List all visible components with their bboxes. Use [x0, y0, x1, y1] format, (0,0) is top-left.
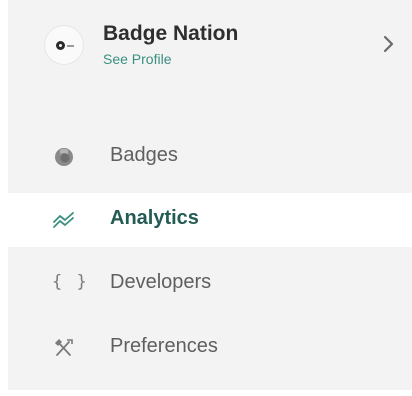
- sidebar: Badge Nation See Profile Badges Analytic…: [8, 0, 412, 390]
- chevron-right-icon[interactable]: [380, 33, 398, 55]
- nav-item-preferences[interactable]: Preferences: [8, 321, 412, 375]
- code-braces-icon: { }: [52, 272, 89, 292]
- analytics-trend-icon: [53, 212, 74, 228]
- badge-icon: [55, 148, 73, 166]
- profile-header[interactable]: Badge Nation See Profile: [8, 0, 412, 95]
- see-profile-link[interactable]: See Profile: [103, 51, 171, 67]
- tools-icon: [55, 339, 73, 356]
- nav-label-analytics: Analytics: [110, 207, 199, 229]
- nav-item-developers[interactable]: { } Developers: [8, 257, 412, 311]
- nav-item-badges[interactable]: Badges: [8, 130, 412, 184]
- logo-wordmark-line: [67, 45, 74, 47]
- nav-label-developers: Developers: [110, 271, 212, 293]
- nav-label-badges: Badges: [110, 144, 178, 166]
- badge-nation-logo-icon: [56, 41, 65, 50]
- profile-name: Badge Nation: [103, 22, 239, 45]
- nav-item-analytics[interactable]: Analytics: [8, 193, 412, 247]
- nav-label-preferences: Preferences: [110, 335, 218, 357]
- org-avatar: [45, 26, 83, 64]
